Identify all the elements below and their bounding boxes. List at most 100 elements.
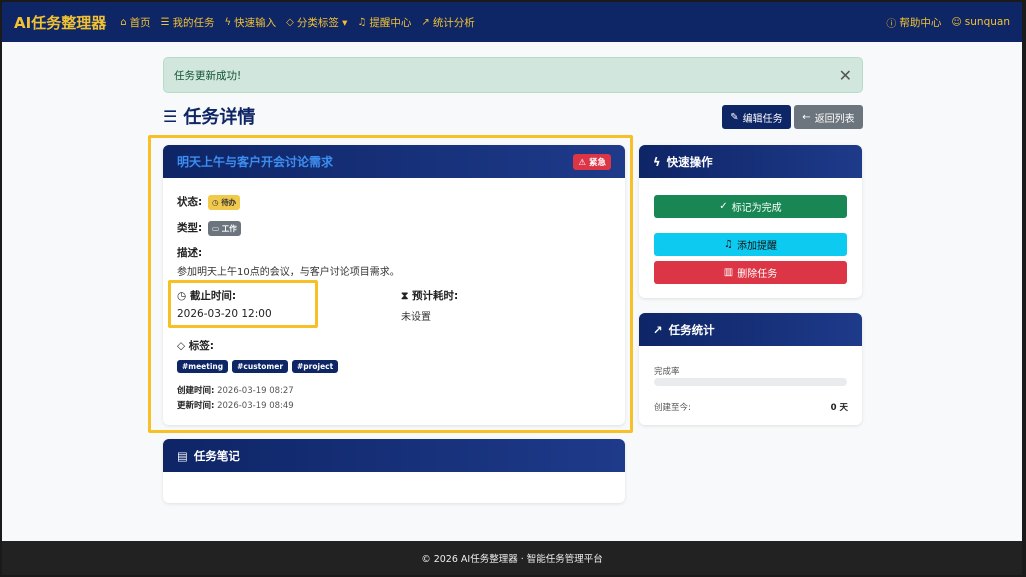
app-frame: AI任务整理器 ⌂ 首页 ☰ 我的任务 ϟ 快速输入 ◇ 分类标签 ▾ ♫ 提醒中心 ↗ 统…: [2, 2, 1022, 575]
nav-item-reminders[interactable]: ♫ 提醒中心: [357, 15, 411, 30]
success-alert: 任务更新成功! ✕: [163, 57, 863, 93]
task-title: 明天上午与客户开会讨论需求: [177, 155, 334, 169]
mark-complete-label: 标记为完成: [731, 203, 782, 214]
updated-label: 更新时间:: [177, 401, 215, 411]
status-text: 待办: [221, 198, 237, 207]
note-icon: ▤: [177, 448, 188, 463]
estimate-label-row: ⧗ 预计耗时:: [401, 288, 458, 303]
nav-item-home[interactable]: ⌂ 首页: [120, 15, 150, 30]
pencil-icon: ✎: [730, 111, 739, 123]
status-row: 状态: ◷ 待办: [177, 194, 241, 210]
footer-text: © 2026 AI任务整理器 · 智能任务管理平台: [421, 554, 603, 565]
delete-task-label: 删除任务: [737, 269, 778, 280]
created-value: 2026-03-19 08:27: [217, 386, 294, 396]
estimate-label: 预计耗时:: [412, 290, 459, 302]
description-label: 描述:: [177, 247, 203, 259]
back-to-list-button[interactable]: ← 返回列表: [794, 105, 863, 129]
page-title-text: 任务详情: [183, 107, 256, 128]
task-stats-card: ↗ 任务统计 完成率 创建至今: 0 天: [639, 313, 862, 425]
navbar: AI任务整理器 ⌂ 首页 ☰ 我的任务 ϟ 快速输入 ◇ 分类标签 ▾ ♫ 提醒中心 ↗ 统…: [2, 2, 1022, 42]
deadline-value: 2026-03-20 12:00: [177, 308, 272, 320]
arrow-left-icon: ←: [802, 111, 811, 123]
tag-icon: ◇: [286, 16, 294, 28]
task-notes-title: 任务笔记: [193, 448, 240, 463]
tag-project[interactable]: #project: [292, 360, 339, 373]
check-circle-icon: ✓: [719, 201, 728, 212]
close-icon[interactable]: ✕: [839, 66, 852, 85]
created-time-row: 创建时间: 2026-03-19 08:27: [177, 384, 294, 396]
username: sunquan: [964, 16, 1010, 28]
add-reminder-label: 添加提醒: [736, 241, 777, 252]
nav-label: 帮助中心: [899, 16, 942, 29]
user-icon: ☺: [951, 16, 962, 28]
nav-item-categories[interactable]: ◇ 分类标签 ▾: [286, 15, 347, 30]
deadline-block: ◷ 截止时间: 2026-03-20 12:00: [177, 288, 272, 320]
hourglass-icon: ⧗: [401, 290, 413, 302]
lightning-icon: ϟ: [653, 154, 661, 169]
estimate-block: ⧗ 预计耗时: 未设置: [401, 288, 458, 323]
task-stats-header: ↗ 任务统计: [639, 313, 862, 346]
updated-time-row: 更新时间: 2026-03-19 08:49: [177, 399, 294, 411]
nav-label: 分类标签 ▾: [296, 16, 348, 29]
footer: © 2026 AI任务整理器 · 智能任务管理平台: [2, 541, 1022, 575]
tag-icon: ◇: [177, 340, 189, 352]
delete-task-button[interactable]: ▥ 删除任务: [654, 261, 847, 284]
completion-progress: [654, 378, 847, 386]
description-text: 参加明天上午10点的会议，与客户讨论项目需求。: [177, 267, 400, 278]
type-text: 工作: [221, 224, 237, 233]
completion-label: 完成率: [654, 367, 680, 377]
tags-label: 标签:: [188, 340, 214, 352]
mark-complete-button[interactable]: ✓ 标记为完成: [654, 195, 847, 218]
nav-item-quick-input[interactable]: ϟ 快速输入: [225, 15, 277, 30]
warning-icon: ⚠: [578, 157, 589, 168]
nav-label: 统计分析: [432, 16, 475, 29]
task-detail-card: 明天上午与客户开会讨论需求 ⚠ 紧急 状态: ◷ 待办 类型: ▭ 工作 描述:…: [163, 145, 625, 425]
updated-value: 2026-03-19 08:49: [217, 401, 294, 411]
priority-text: 紧急: [588, 157, 606, 168]
nav-label: 我的任务: [172, 16, 215, 29]
trash-icon: ▥: [723, 267, 734, 278]
alert-text: 任务更新成功!: [174, 69, 242, 82]
nav-items: ⌂ 首页 ☰ 我的任务 ϟ 快速输入 ◇ 分类标签 ▾ ♫ 提醒中心 ↗ 统计分析: [120, 15, 485, 30]
nav-right: ⓘ 帮助中心 ☺ sunquan: [876, 15, 1010, 30]
nav-item-statistics[interactable]: ↗ 统计分析: [421, 15, 474, 30]
quick-actions-card: ϟ 快速操作 ✓ 标记为完成 ♫ 添加提醒 ▥ 删除任务: [639, 145, 862, 298]
tag-list: #meeting #customer #project: [177, 358, 342, 373]
nav-item-help[interactable]: ⓘ 帮助中心: [886, 15, 941, 30]
status-label: 状态:: [177, 196, 203, 208]
nav-label: 提醒中心: [369, 16, 412, 29]
created-label: 创建时间:: [177, 386, 215, 396]
bell-icon: ♫: [724, 239, 733, 250]
tag-customer[interactable]: #customer: [232, 360, 289, 373]
status-badge: ◷ 待办: [208, 195, 241, 210]
lightning-icon: ϟ: [224, 16, 232, 28]
tag-meeting[interactable]: #meeting: [177, 360, 229, 373]
deadline-label: 截止时间:: [189, 290, 237, 302]
list-icon: ☰: [163, 106, 178, 126]
back-label: 返回列表: [814, 113, 855, 125]
deadline-label-row: ◷ 截止时间:: [177, 288, 272, 303]
add-reminder-button[interactable]: ♫ 添加提醒: [654, 233, 847, 256]
task-notes-header: ▤ 任务笔记: [163, 439, 625, 472]
edit-task-button[interactable]: ✎ 编辑任务: [722, 105, 791, 129]
clock-icon: ◷: [177, 290, 190, 302]
user-menu[interactable]: ☺ sunquan: [951, 16, 1010, 28]
quick-actions-title: 快速操作: [666, 154, 713, 169]
quick-actions-header: ϟ 快速操作: [639, 145, 862, 178]
nav-label: 快速输入: [234, 16, 277, 29]
list-icon: ☰: [160, 16, 170, 28]
tags-label-row: ◇ 标签:: [177, 338, 214, 353]
type-row: 类型: ▭ 工作: [177, 220, 241, 236]
type-badge: ▭ 工作: [208, 221, 241, 236]
chart-icon: ↗: [653, 322, 663, 337]
type-label: 类型:: [177, 222, 203, 234]
brand-logo[interactable]: AI任务整理器: [14, 12, 106, 33]
nav-label: 首页: [129, 16, 151, 29]
created-since-label: 创建至今:: [654, 403, 691, 413]
task-stats-title: 任务统计: [668, 322, 715, 337]
briefcase-icon: ▭: [212, 224, 222, 233]
task-notes-card: ▤ 任务笔记: [163, 439, 625, 503]
bell-icon: ♫: [357, 16, 367, 28]
edit-task-label: 编辑任务: [742, 113, 783, 125]
nav-item-my-tasks[interactable]: ☰ 我的任务: [161, 15, 215, 30]
